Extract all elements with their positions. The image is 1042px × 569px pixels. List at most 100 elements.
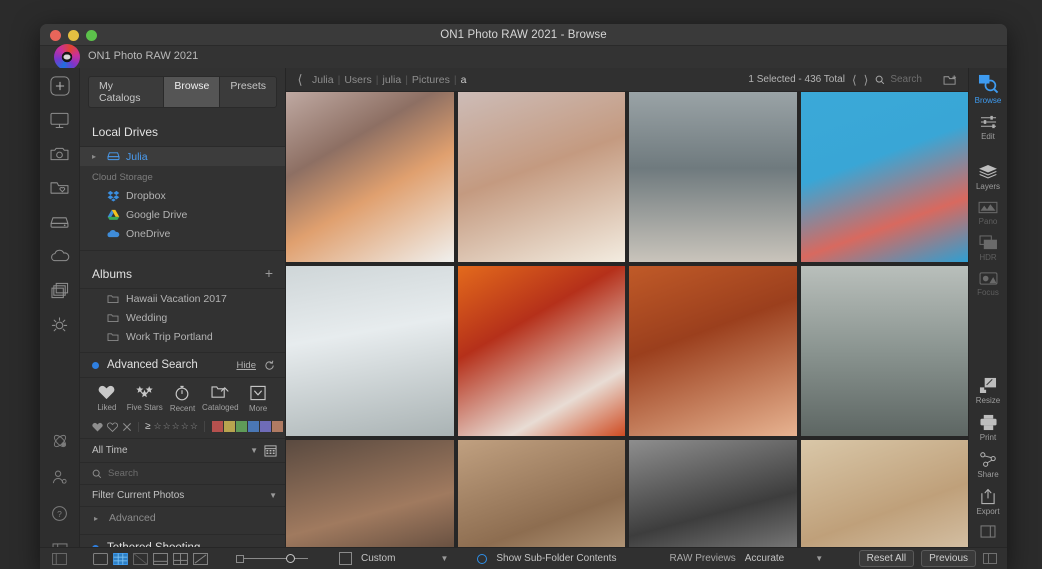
star-icon[interactable]: ☆	[163, 421, 171, 432]
detail-view-icon[interactable]	[133, 552, 148, 565]
color-swatch[interactable]	[223, 421, 235, 432]
filter-five-stars[interactable]: Five Stars	[126, 385, 164, 413]
previous-button[interactable]: Previous	[921, 550, 976, 567]
heart-reject-icon[interactable]	[122, 422, 132, 432]
show-subfolder-toggle[interactable]	[477, 553, 488, 564]
panel-toggle[interactable]	[969, 525, 1008, 538]
breadcrumb-item[interactable]: Users	[344, 74, 371, 86]
thumbnail-young-man-portrait-tan[interactable]	[457, 440, 625, 547]
module-hdr[interactable]: HDR	[969, 235, 1008, 262]
module-pano[interactable]: Pano	[969, 200, 1008, 226]
module-resize[interactable]: Resize	[969, 377, 1008, 405]
sort-label[interactable]: Custom	[361, 553, 395, 564]
module-layers[interactable]: Layers	[969, 164, 1008, 191]
sidebar-item-onedrive[interactable]: OneDrive	[80, 224, 285, 243]
thumbnail-woman-dark-portrait-braid[interactable]	[286, 440, 454, 547]
thumbnail-pinup-woman-bubblegum-blue[interactable]	[800, 92, 968, 262]
thumbnail-woman-red-lips-hoops[interactable]	[457, 266, 625, 436]
thumbnail-woman-laughing-orange[interactable]	[629, 266, 797, 436]
module-print[interactable]: Print	[969, 414, 1008, 442]
cloud-icon[interactable]	[48, 244, 72, 268]
sidebar-item-wedding[interactable]: Wedding	[80, 308, 285, 327]
chevron-left-icon[interactable]: ⟨	[294, 73, 306, 86]
person-icon[interactable]	[48, 465, 72, 489]
sun-icon[interactable]	[48, 312, 72, 336]
star-icon[interactable]: ☆	[181, 421, 189, 432]
filter-liked[interactable]: Liked	[88, 385, 126, 413]
color-swatch[interactable]	[259, 421, 271, 432]
time-filter-row[interactable]: All Time ▼	[80, 439, 285, 463]
single-view-icon[interactable]	[93, 552, 108, 565]
thumbnail-portrait-woman-white-blouse[interactable]	[286, 92, 454, 262]
thumbnail-couple-silhouette-lake[interactable]	[800, 266, 968, 436]
help-icon[interactable]: ?	[48, 501, 72, 525]
search-field[interactable]: Search	[875, 74, 922, 85]
thumbnail-size-slider[interactable]	[236, 554, 308, 563]
heart-filled-icon[interactable]	[92, 422, 103, 432]
sidebar-item-dropbox[interactable]: Dropbox	[80, 186, 285, 205]
sidebar-search-field[interactable]: Search	[80, 463, 285, 485]
camera-icon[interactable]	[48, 142, 72, 166]
module-focus[interactable]: Focus	[969, 271, 1008, 297]
sidebar-item-google-drive[interactable]: Google Drive	[80, 205, 285, 224]
grid-view-icon[interactable]	[113, 552, 128, 565]
breadcrumb-item[interactable]: Julia	[312, 74, 334, 86]
sidebar-item-julia[interactable]: ▸ Julia	[80, 147, 285, 166]
tab-my-catalogs[interactable]: My Catalogs	[88, 76, 164, 108]
folder-heart-icon[interactable]	[48, 176, 72, 200]
close-button[interactable]	[50, 30, 61, 41]
calendar-icon[interactable]	[264, 444, 277, 457]
layers-stack-icon[interactable]	[48, 278, 72, 302]
tethered-shooting-section[interactable]: Tethered Shooting	[80, 534, 285, 547]
heart-outline-icon[interactable]	[107, 422, 118, 432]
chevron-right-icon[interactable]: ▸	[94, 514, 102, 523]
atom-icon[interactable]	[48, 429, 72, 453]
photo-grid-area[interactable]	[286, 92, 968, 547]
filmstrip-icon[interactable]	[153, 552, 168, 565]
star-rating-filter[interactable]: ≥ ☆ ☆ ☆ ☆ ☆	[139, 421, 205, 432]
tab-presets[interactable]: Presets	[219, 76, 277, 108]
zoom-button[interactable]	[86, 30, 97, 41]
chevron-right-icon[interactable]: ▸	[92, 152, 100, 161]
sidebar-item-work-trip-portland[interactable]: Work Trip Portland	[80, 327, 285, 346]
chevron-down-icon[interactable]: ▼	[269, 491, 277, 500]
star-icon[interactable]: ☆	[172, 421, 180, 432]
breadcrumb-item-current[interactable]: a	[461, 74, 467, 86]
raw-previews-value[interactable]: Accurate	[745, 553, 784, 564]
thumbnail-blonde-woman-warm-light[interactable]	[800, 440, 968, 547]
star-icon[interactable]: ☆	[190, 421, 198, 432]
breadcrumb-item[interactable]: julia	[383, 74, 402, 86]
hide-link[interactable]: Hide	[236, 360, 256, 371]
chevron-down-icon[interactable]: ▼	[250, 446, 258, 455]
chevron-down-icon[interactable]: ▼	[440, 554, 448, 563]
filter-recent[interactable]: Recent	[164, 385, 202, 413]
color-swatch[interactable]	[271, 421, 283, 432]
module-edit[interactable]: Edit	[969, 114, 1008, 141]
advanced-search-header[interactable]: Advanced Search Hide	[80, 352, 285, 378]
slider-track[interactable]	[244, 554, 308, 563]
module-export[interactable]: Export	[969, 488, 1008, 516]
panel-left-icon[interactable]	[52, 552, 67, 565]
color-swatch[interactable]	[247, 421, 259, 432]
minimize-button[interactable]	[68, 30, 79, 41]
breadcrumb-item[interactable]: Pictures	[412, 74, 450, 86]
filter-more[interactable]: More	[239, 385, 277, 413]
module-browse[interactable]: Browse	[969, 74, 1008, 105]
thumbnail-bride-and-groom-beach[interactable]	[629, 92, 797, 262]
chevron-down-icon[interactable]: ▼	[815, 554, 823, 563]
thumbnail-portrait-woman-with-rose[interactable]	[457, 92, 625, 262]
compare-icon[interactable]	[173, 552, 188, 565]
color-swatch[interactable]	[211, 421, 223, 432]
drive-icon[interactable]	[48, 210, 72, 234]
color-swatch[interactable]	[235, 421, 247, 432]
add-icon[interactable]	[48, 74, 72, 98]
new-folder-icon[interactable]	[943, 74, 958, 86]
thumbnail-curly-hair-bw-portrait[interactable]	[629, 440, 797, 547]
filter-cataloged[interactable]: Cataloged	[201, 385, 239, 413]
slider-knob[interactable]	[286, 554, 295, 563]
panel-right-icon[interactable]	[983, 553, 997, 564]
thumbnail-couple-kissing-veil[interactable]	[286, 266, 454, 436]
reset-icon[interactable]	[264, 360, 275, 371]
map-icon[interactable]	[193, 552, 208, 565]
chevron-left-icon[interactable]: ⟨	[852, 74, 857, 86]
